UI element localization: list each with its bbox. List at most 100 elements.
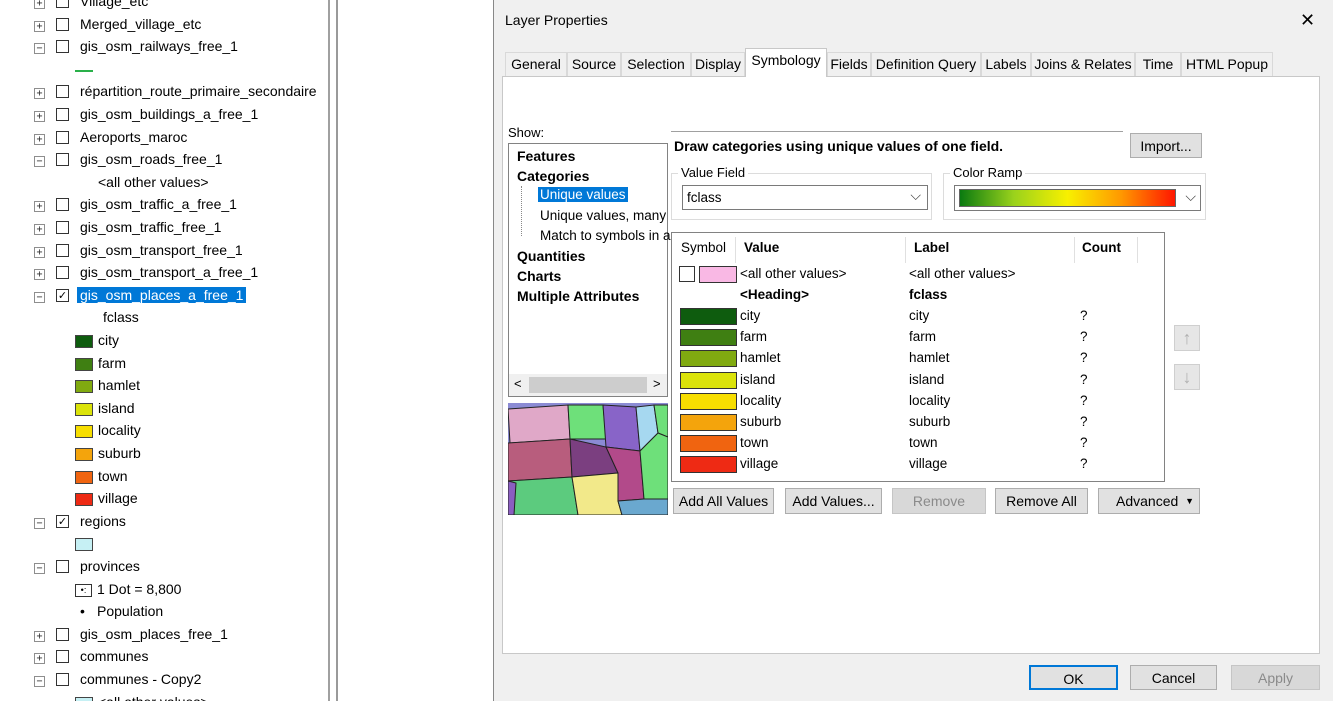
expand-icon[interactable]: + (34, 0, 45, 9)
scroll-left-icon[interactable]: < (514, 376, 522, 391)
row-swatch[interactable] (680, 435, 737, 453)
close-icon[interactable]: ✕ (1300, 10, 1315, 30)
collapse-icon[interactable]: − (34, 156, 45, 168)
layer-name[interactable]: répartition_route_primaire_secondaire (80, 83, 317, 99)
table-row[interactable]: city city? (672, 306, 1162, 327)
row-swatch[interactable] (680, 456, 737, 474)
toc-layer-row[interactable]: + gis_osm_buildings_a_free_1 (0, 105, 330, 127)
tab-definition-query[interactable]: Definition Query (871, 52, 981, 76)
tab-general[interactable]: General (505, 52, 567, 76)
tree-charts[interactable]: Charts (517, 268, 561, 284)
layer-visibility-checkbox[interactable] (56, 108, 69, 121)
tab-display[interactable]: Display (691, 52, 745, 76)
row-swatch[interactable] (680, 392, 737, 410)
toc-layer-row[interactable]: + communes (0, 647, 330, 669)
layer-visibility-checkbox[interactable] (56, 130, 69, 144)
layer-name[interactable]: provinces (80, 558, 140, 574)
layer-name[interactable]: gis_osm_traffic_a_free_1 (80, 196, 237, 212)
table-row[interactable]: suburb suburb? (672, 412, 1162, 433)
table-row[interactable]: locality locality? (672, 391, 1162, 412)
tab-fields[interactable]: Fields (827, 52, 871, 76)
header-value[interactable]: Value (744, 240, 779, 255)
toc-layer-row[interactable]: − communes - Copy2 (0, 670, 330, 692)
color-ramp-select[interactable]: ⌵ (954, 185, 1201, 211)
toc-layer-row[interactable]: + Village_etc (0, 0, 330, 14)
toc-layer-row[interactable]: + gis_osm_traffic_free_1 (0, 218, 330, 240)
layer-visibility-checkbox[interactable] (56, 153, 69, 167)
tree-unique-values[interactable]: Unique values (538, 187, 628, 202)
layer-name[interactable]: gis_osm_places_a_free_1 (75, 285, 248, 304)
layer-name[interactable]: Aeroports_maroc (80, 129, 187, 145)
header-symbol[interactable]: Symbol (681, 240, 726, 255)
expand-icon[interactable]: + (34, 630, 45, 642)
tree-hscrollbar[interactable]: < > (509, 374, 667, 396)
expand-icon[interactable]: + (34, 111, 45, 122)
scroll-right-icon[interactable]: > (653, 376, 661, 391)
layer-visibility-checkbox[interactable] (56, 673, 69, 686)
collapse-icon[interactable]: − (34, 43, 45, 55)
layer-visibility-checkbox[interactable] (56, 560, 69, 573)
toc-layer-row[interactable]: − provinces (0, 557, 330, 579)
tab-html-popup[interactable]: HTML Popup (1181, 52, 1273, 76)
tree-match-symbols[interactable]: Match to symbols in a (540, 228, 671, 243)
toc-layer-row[interactable]: − gis_osm_railways_free_1 (0, 37, 330, 59)
row-checkbox[interactable] (679, 266, 695, 282)
tree-features[interactable]: Features (517, 148, 575, 164)
table-row[interactable]: island island? (672, 370, 1162, 391)
layer-name[interactable]: gis_osm_buildings_a_free_1 (80, 106, 258, 122)
layer-visibility-checkbox[interactable] (56, 0, 69, 8)
toc-layer-row[interactable]: − ✓ gis_osm_places_a_free_1 (0, 285, 330, 308)
table-row-heading[interactable]: <Heading> fclass (672, 285, 1162, 306)
layer-visibility-checkbox[interactable] (56, 627, 69, 641)
toc-layer-row[interactable]: + Aeroports_maroc (0, 128, 330, 150)
layer-name[interactable]: regions (80, 513, 126, 529)
tree-categories[interactable]: Categories (517, 168, 589, 184)
tab-labels[interactable]: Labels (981, 52, 1031, 76)
layer-name[interactable]: Merged_village_etc (80, 16, 201, 32)
table-row[interactable]: hamlet hamlet? (672, 348, 1162, 369)
layer-visibility-checkbox[interactable] (56, 650, 69, 664)
layer-visibility-checkbox[interactable]: ✓ (56, 288, 69, 302)
layer-visibility-checkbox[interactable] (56, 221, 69, 234)
layer-name[interactable]: gis_osm_places_free_1 (80, 626, 228, 642)
layer-visibility-checkbox[interactable]: ✓ (56, 514, 69, 528)
row-swatch[interactable] (699, 266, 737, 283)
tab-time[interactable]: Time (1135, 52, 1181, 76)
header-label[interactable]: Label (914, 240, 949, 255)
layer-visibility-checkbox[interactable] (56, 198, 69, 212)
scroll-thumb[interactable] (529, 377, 647, 393)
layer-name[interactable]: communes - Copy2 (80, 671, 201, 687)
toc-layer-row[interactable]: + gis_osm_traffic_a_free_1 (0, 195, 330, 217)
layer-visibility-checkbox[interactable] (56, 243, 69, 257)
row-swatch[interactable] (680, 308, 737, 325)
toc-layer-row[interactable]: + gis_osm_transport_free_1 (0, 241, 330, 263)
layer-visibility-checkbox[interactable] (56, 85, 69, 99)
tab-selection[interactable]: Selection (621, 52, 691, 76)
toc-layer-row[interactable]: + gis_osm_places_free_1 (0, 625, 330, 647)
table-row[interactable]: village village? (672, 454, 1162, 475)
apply-button[interactable]: Apply (1231, 665, 1320, 690)
collapse-icon[interactable]: − (34, 563, 45, 574)
move-up-icon[interactable]: ↑ (1174, 325, 1200, 351)
tree-multiple-attributes[interactable]: Multiple Attributes (517, 288, 639, 304)
table-row[interactable]: town town? (672, 433, 1162, 454)
table-row-other[interactable]: <all other values> <all other values> (672, 264, 1162, 285)
row-swatch[interactable] (680, 329, 737, 347)
layer-name[interactable]: gis_osm_railways_free_1 (80, 38, 238, 54)
layer-name[interactable]: gis_osm_roads_free_1 (80, 151, 222, 167)
toc-layer-row[interactable]: + Merged_village_etc (0, 15, 330, 37)
toc-layer-row[interactable]: + gis_osm_transport_a_free_1 (0, 263, 330, 285)
layer-visibility-checkbox[interactable] (56, 40, 69, 54)
cancel-button[interactable]: Cancel (1130, 665, 1217, 690)
layer-name[interactable]: communes (80, 648, 148, 664)
table-row[interactable]: farm farm? (672, 327, 1162, 348)
expand-icon[interactable]: + (34, 224, 45, 235)
toc-layer-row[interactable]: − gis_osm_roads_free_1 (0, 150, 330, 172)
row-swatch[interactable] (680, 350, 737, 368)
expand-icon[interactable]: + (34, 133, 45, 145)
layer-name[interactable]: gis_osm_traffic_free_1 (80, 219, 221, 235)
expand-icon[interactable]: + (34, 269, 45, 281)
tree-quantities[interactable]: Quantities (517, 248, 585, 264)
tree-unique-values-many[interactable]: Unique values, many (540, 208, 666, 223)
ok-button[interactable]: OK (1029, 665, 1118, 690)
